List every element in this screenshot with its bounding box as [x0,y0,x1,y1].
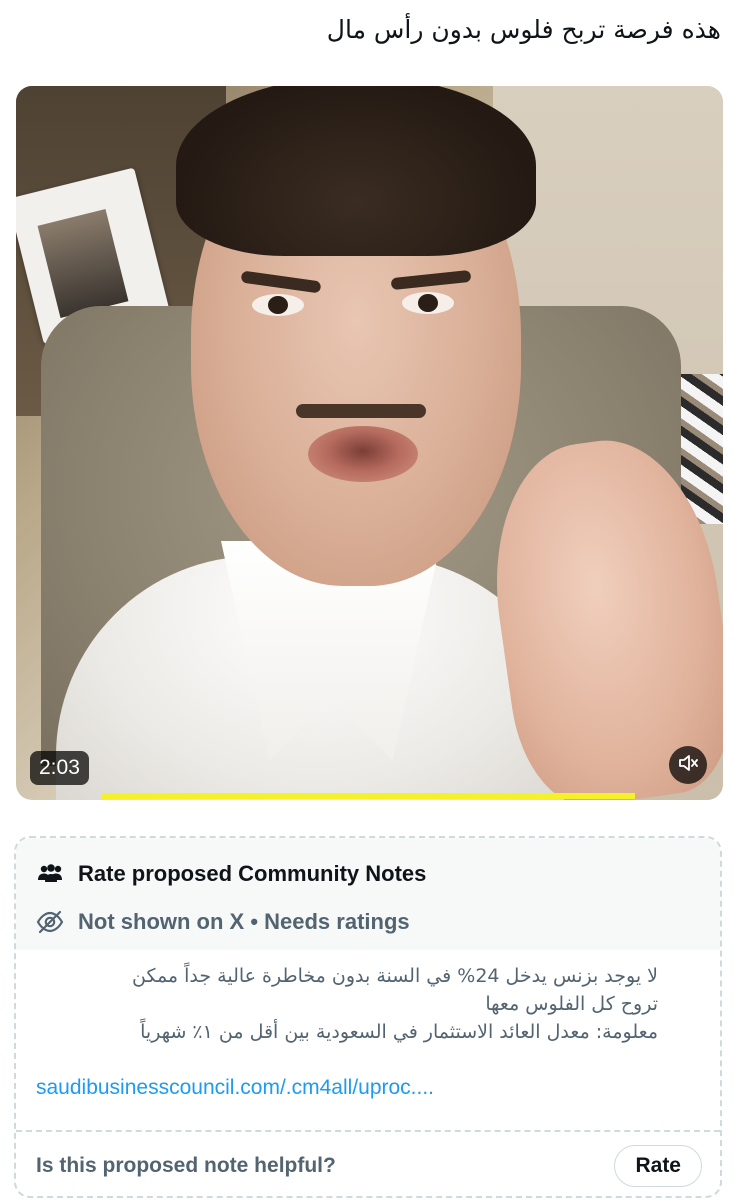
video-player[interactable]: 2:03 [16,86,723,800]
note-divider [16,1130,720,1132]
tweet-text: هذه فرصة تربح فلوس بدون رأس مال [326,15,721,44]
eye-slash-icon [36,908,70,936]
note-source-link[interactable]: saudibusinesscouncil.com/.cm4all/uproc..… [36,1076,700,1100]
note-footer: Is this proposed note helpful? Rate [36,1144,702,1188]
video-progress-bar[interactable] [101,793,635,799]
speaker-muted-icon [678,754,698,777]
note-line: لا يوجد بزنس يدخل 24% في السنة بدون مخاط… [131,965,658,987]
community-note-title: Rate proposed Community Notes [78,861,427,886]
community-note-body: لا يوجد بزنس يدخل 24% في السنة بدون مخاط… [16,950,720,1100]
video-person-mustache [296,404,426,418]
helpful-question: Is this proposed note helpful? [36,1154,336,1177]
community-note-header: Rate proposed Community Notes Not shown … [16,838,720,950]
note-line: معلومة: معدل العائد الاستثمار في السعودي… [140,1021,658,1043]
community-note-card: Rate proposed Community Notes Not shown … [14,836,722,1198]
video-person-hair [176,86,536,256]
people-icon [36,860,70,888]
community-note-status: Not shown on X • Needs ratings [78,909,410,934]
note-line: تروح كل الفلوس معها [485,993,658,1015]
mute-button[interactable] [669,746,707,784]
video-person-eye-left [252,294,304,316]
video-person-eye-right [402,292,454,314]
video-person-mouth [308,426,418,482]
community-note-text: لا يوجد بزنس يدخل 24% في السنة بدون مخاط… [36,962,658,1046]
rate-button[interactable]: Rate [614,1145,702,1187]
video-timestamp: 2:03 [30,751,89,785]
